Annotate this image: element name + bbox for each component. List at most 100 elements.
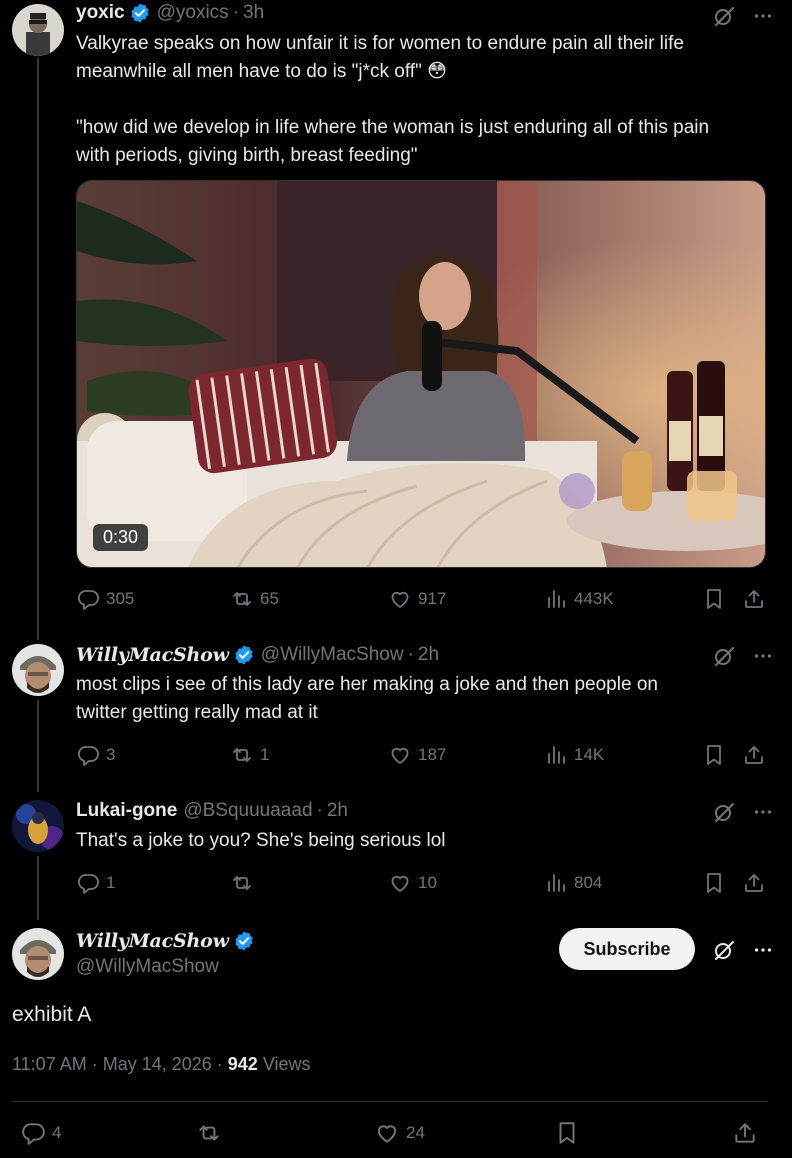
- like-button[interactable]: 24: [374, 1120, 425, 1146]
- repost-button[interactable]: 65: [230, 587, 279, 611]
- post-handle-row: @WillyMacShow: [76, 956, 219, 978]
- bookmark-button[interactable]: [702, 587, 732, 611]
- action-bar: 1 10 804: [76, 871, 772, 897]
- share-icon: [742, 743, 766, 767]
- reply-count: 4: [52, 1123, 62, 1142]
- avatar[interactable]: [12, 4, 64, 56]
- post-time[interactable]: 3h: [243, 2, 264, 24]
- handle[interactable]: @WillyMacShow: [261, 644, 404, 666]
- thread-post[interactable]: WillyMacShow @WillyMacShow · 2h most cli…: [0, 640, 792, 780]
- post-text-line: Valkyrae speaks on how unfair it is for …: [76, 33, 684, 54]
- grok-icon[interactable]: [712, 800, 736, 824]
- bookmark-icon: [702, 871, 726, 895]
- like-button[interactable]: 917: [388, 587, 446, 611]
- post-timestamp[interactable]: 11:07 AM · May 14, 2026 ·: [12, 1054, 223, 1075]
- post-text: That's a joke to you? She's being seriou…: [76, 827, 772, 855]
- video-thumbnail: [77, 181, 765, 567]
- share-button[interactable]: [742, 587, 772, 611]
- post-text-line: [76, 86, 772, 114]
- repost-count: 65: [260, 589, 279, 608]
- verified-badge-icon[interactable]: [129, 2, 151, 24]
- post-text-line: twitter getting really mad at it: [76, 702, 318, 723]
- bookmark-button[interactable]: [702, 743, 732, 767]
- views-count: 443K: [574, 589, 614, 608]
- views-button[interactable]: 14K: [544, 743, 604, 767]
- reply-button[interactable]: 4: [20, 1120, 61, 1146]
- separator-dot: ·: [232, 2, 239, 23]
- more-icon[interactable]: [752, 801, 774, 823]
- repost-button[interactable]: 1: [230, 743, 269, 767]
- share-button[interactable]: [742, 871, 772, 895]
- reply-icon: [76, 587, 100, 611]
- heart-icon: [388, 587, 412, 611]
- verified-badge-icon[interactable]: [233, 930, 255, 952]
- reply-count: 305: [106, 589, 135, 608]
- handle[interactable]: @WillyMacShow: [76, 956, 219, 978]
- avatar[interactable]: [12, 928, 64, 980]
- action-bar: 305 65 917 443K: [76, 587, 772, 613]
- reply-button[interactable]: 3: [76, 743, 115, 767]
- display-name[interactable]: Lukai-gone: [76, 800, 177, 822]
- post-header: yoxic @yoxics · 3h: [76, 2, 264, 24]
- display-name[interactable]: WillyMacShow: [76, 644, 229, 666]
- views-count: 942: [227, 1054, 258, 1074]
- views-button[interactable]: 443K: [544, 587, 614, 611]
- more-icon[interactable]: [752, 939, 774, 961]
- bookmark-icon: [702, 743, 726, 767]
- post-time[interactable]: 2h: [327, 800, 348, 822]
- bookmark-icon: [702, 587, 726, 611]
- reply-count: 1: [106, 873, 116, 892]
- reply-count: 3: [106, 745, 116, 764]
- video-duration-badge: 0:30: [93, 524, 149, 551]
- views-icon: [544, 743, 568, 767]
- like-count: 917: [418, 589, 447, 608]
- thread-post[interactable]: yoxic @yoxics · 3h Valkyrae speaks on ho…: [0, 0, 792, 625]
- repost-icon: [230, 587, 254, 611]
- views-count: 14K: [574, 745, 605, 764]
- post-header: WillyMacShow @WillyMacShow · 2h: [76, 644, 439, 666]
- more-icon[interactable]: [752, 645, 774, 667]
- post-text: Valkyrae speaks on how unfair it is for …: [76, 30, 772, 170]
- action-bar: 3 1 187 14K: [76, 743, 772, 769]
- heart-icon: [388, 871, 412, 895]
- repost-button[interactable]: [230, 871, 260, 895]
- grok-icon[interactable]: [712, 644, 736, 668]
- reply-button[interactable]: 1: [76, 871, 115, 895]
- post-text-line: with periods, giving birth, breast feedi…: [76, 145, 418, 166]
- bookmark-button[interactable]: [554, 1120, 586, 1146]
- views-count: 804: [574, 873, 603, 892]
- views-button[interactable]: 804: [544, 871, 602, 895]
- post-metadata: 11:07 AM · May 14, 2026 · 942 Views: [12, 1054, 311, 1075]
- display-name[interactable]: WillyMacShow: [76, 930, 229, 952]
- heart-icon: [388, 743, 412, 767]
- like-button[interactable]: 187: [388, 743, 446, 767]
- post-time[interactable]: 2h: [418, 644, 439, 666]
- repost-button[interactable]: [196, 1120, 228, 1146]
- bookmark-button[interactable]: [702, 871, 732, 895]
- thread-post[interactable]: Lukai-gone @BSquuuaaad · 2h That's a jok…: [0, 796, 792, 906]
- separator-dot: ·: [316, 800, 323, 821]
- like-button[interactable]: 10: [388, 871, 437, 895]
- post-header: WillyMacShow: [76, 930, 255, 952]
- grok-icon[interactable]: [712, 938, 736, 962]
- share-button[interactable]: [742, 743, 772, 767]
- handle[interactable]: @BSquuuaaad: [183, 800, 312, 822]
- video-player[interactable]: 0:30: [76, 180, 766, 568]
- reply-icon: [76, 871, 100, 895]
- handle[interactable]: @yoxics: [157, 2, 229, 24]
- repost-count: 1: [260, 745, 270, 764]
- more-icon[interactable]: [752, 5, 774, 27]
- post-text-line: That's a joke to you? She's being seriou…: [76, 830, 446, 851]
- reply-button[interactable]: 305: [76, 587, 134, 611]
- verified-badge-icon[interactable]: [233, 644, 255, 666]
- heart-icon: [374, 1120, 400, 1146]
- post-header: Lukai-gone @BSquuuaaad · 2h: [76, 800, 348, 822]
- grok-icon[interactable]: [712, 4, 736, 28]
- display-name[interactable]: yoxic: [76, 2, 125, 24]
- share-button[interactable]: [732, 1120, 764, 1146]
- main-action-bar: 4 24: [12, 1120, 768, 1150]
- post-menu: [712, 938, 774, 962]
- avatar[interactable]: [12, 800, 64, 852]
- avatar[interactable]: [12, 644, 64, 696]
- subscribe-button[interactable]: Subscribe: [559, 928, 695, 970]
